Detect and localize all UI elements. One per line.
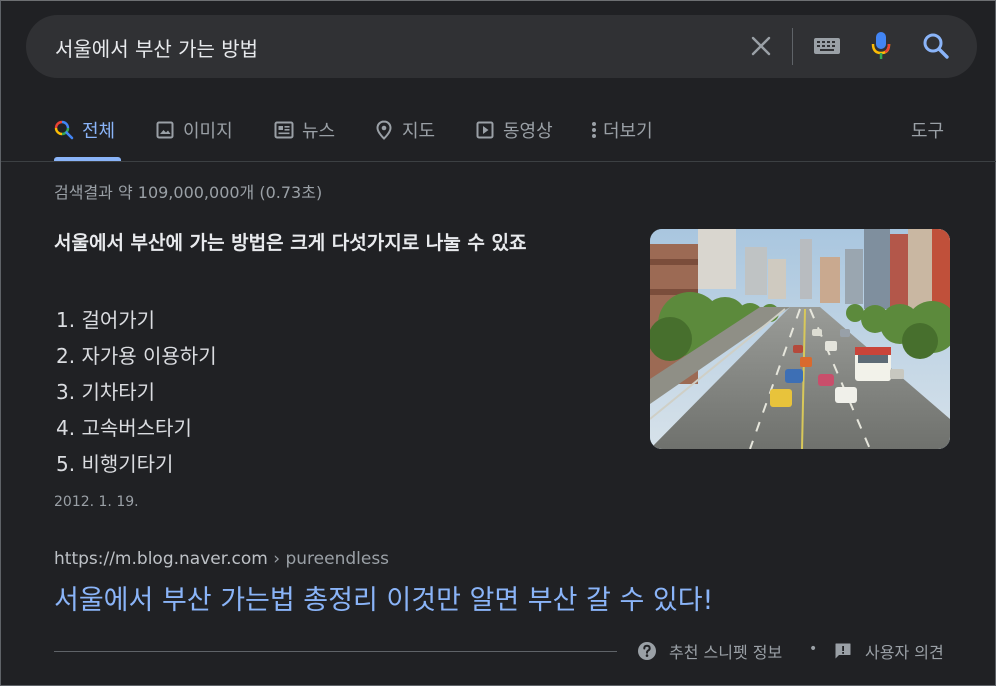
footer-separator: •: [809, 641, 818, 657]
tab-label: 뉴스: [302, 121, 336, 142]
result-url-domain: https://m.blog.naver.com: [54, 549, 268, 569]
image-icon: [155, 120, 175, 140]
result-title-link[interactable]: 서울에서 부산 가는법 총정리 이것만 알면 부산 갈 수 있다!: [54, 578, 713, 617]
result-url-path: › pureendless: [267, 549, 390, 569]
tools-label: 도구: [911, 121, 945, 142]
feedback-label: 사용자 의견: [865, 643, 944, 662]
keyboard-icon[interactable]: [812, 33, 842, 59]
tab-label: 동영상: [503, 121, 553, 142]
tab-all[interactable]: 전체: [54, 116, 115, 144]
tab-news[interactable]: 뉴스: [274, 116, 335, 144]
snippet-heading: 서울에서 부산에 가는 방법은 크게 다섯가지로 나눌 수 있죠: [54, 232, 527, 254]
tabs-divider: [1, 161, 996, 162]
tools-button[interactable]: 도구: [911, 116, 944, 144]
result-url[interactable]: https://m.blog.naver.com › pureendless: [54, 549, 389, 569]
snippet-info-link[interactable]: 추천 스니펫 정보: [637, 639, 782, 663]
search-input[interactable]: 서울에서 부산 가는 방법: [55, 33, 258, 62]
microphone-icon[interactable]: [868, 29, 894, 63]
list-item: 5. 비행기타기: [56, 452, 174, 476]
snippet-info-label: 추천 스니펫 정보: [669, 643, 783, 662]
page-frame: 서울에서 부산 가는 방법 전체 이미지 뉴스 지도 동영상 더보기 도구 검색…: [0, 0, 996, 686]
snippet-footer-divider: [54, 651, 617, 652]
tab-maps[interactable]: 지도: [374, 116, 435, 144]
tab-label: 지도: [402, 121, 436, 142]
search-icon: [54, 120, 74, 140]
list-item: 1. 걸어가기: [56, 308, 156, 332]
tab-label: 더보기: [603, 121, 653, 142]
search-icon[interactable]: [919, 29, 953, 63]
tab-images[interactable]: 이미지: [155, 116, 233, 144]
search-tabs: 전체 이미지 뉴스 지도 동영상 더보기 도구: [1, 106, 996, 162]
feedback-icon: [833, 641, 853, 661]
list-item: 2. 자가용 이용하기: [56, 344, 217, 368]
tab-more[interactable]: 더보기: [589, 116, 653, 144]
map-pin-icon: [374, 120, 394, 140]
more-vert-icon: [589, 120, 599, 140]
video-icon: [475, 120, 495, 140]
help-icon: [637, 641, 657, 661]
close-icon[interactable]: [746, 31, 776, 61]
list-item: 3. 기차타기: [56, 380, 156, 404]
feedback-link[interactable]: 사용자 의견: [833, 639, 944, 663]
search-divider: [792, 28, 793, 65]
tab-label: 전체: [82, 121, 116, 142]
tab-videos[interactable]: 동영상: [475, 116, 553, 144]
result-stats: 검색결과 약 109,000,000개 (0.73초): [54, 183, 323, 202]
news-icon: [274, 120, 294, 140]
snippet-date: 2012. 1. 19.: [54, 494, 139, 510]
snippet-list: 1. 걸어가기 2. 자가용 이용하기 3. 기차타기 4. 고속버스타기 5.…: [56, 302, 217, 482]
search-box[interactable]: 서울에서 부산 가는 방법: [26, 15, 977, 78]
snippet-thumbnail[interactable]: [650, 229, 950, 449]
list-item: 4. 고속버스타기: [56, 416, 192, 440]
tab-label: 이미지: [183, 121, 233, 142]
